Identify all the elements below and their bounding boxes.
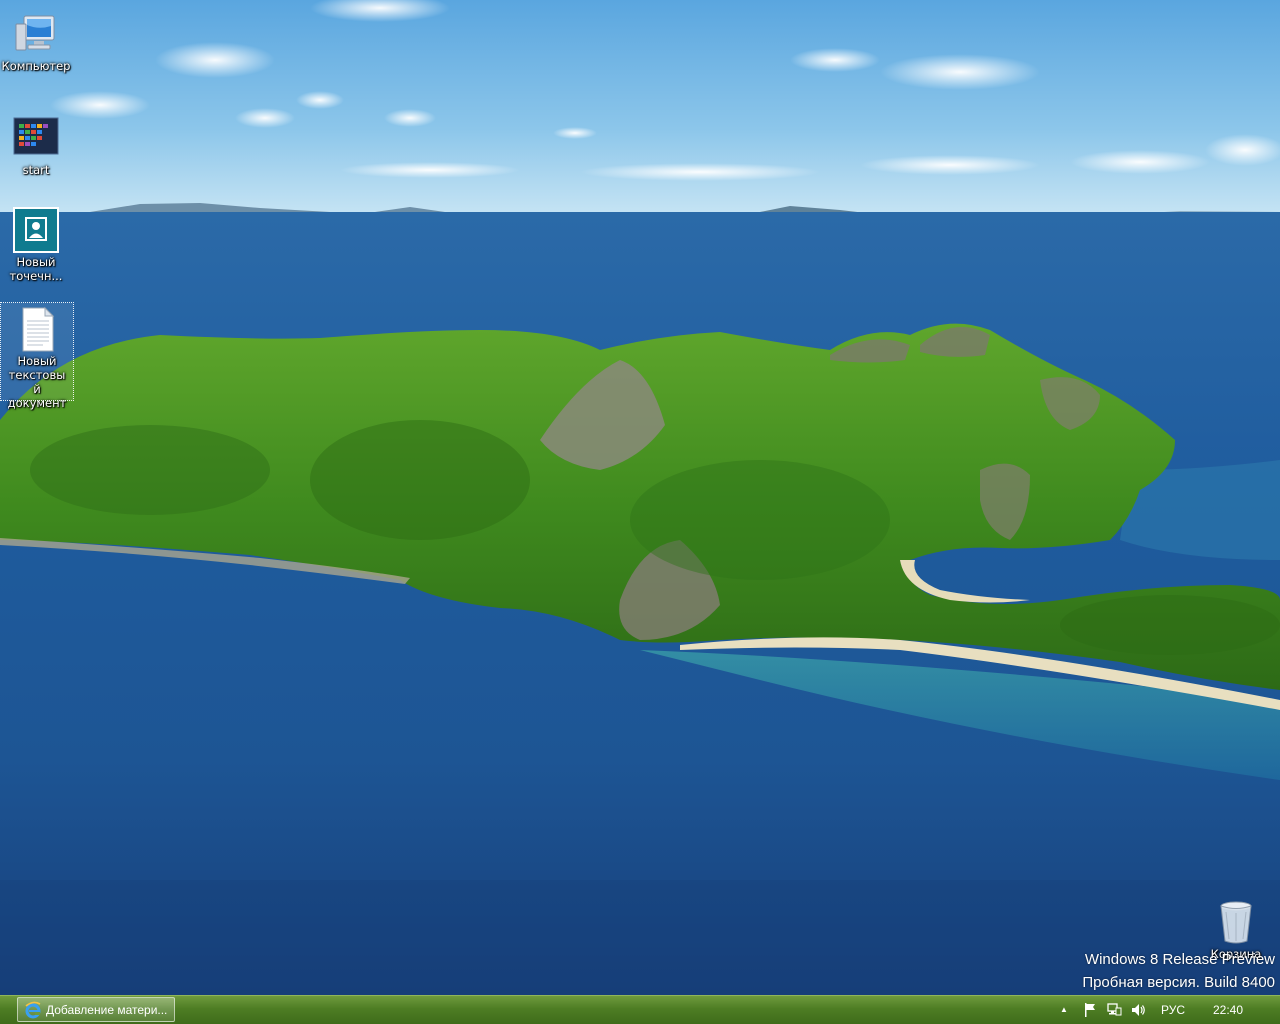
internet-explorer-icon [24, 1001, 42, 1019]
desktop-icon-text-document[interactable]: Новый текстовый документ [0, 302, 74, 410]
volume-icon[interactable] [1130, 1000, 1146, 1020]
text-document-icon [13, 305, 61, 353]
desktop-icon-start[interactable]: start [0, 112, 72, 177]
watermark-line-2: Пробная версия. Build 8400 [1082, 974, 1275, 991]
recycle-bin-icon [1212, 898, 1260, 946]
computer-icon [12, 10, 60, 58]
show-hidden-icons-button[interactable]: ▲ [1060, 1000, 1068, 1020]
bitmap-image-icon [12, 206, 60, 254]
system-clock[interactable]: 22:40 [1213, 1000, 1243, 1020]
start-screen-icon [12, 114, 60, 162]
taskbar-button-internet-explorer[interactable]: Добавление матери... [17, 997, 175, 1022]
action-center-flag-icon[interactable] [1083, 1000, 1097, 1020]
desktop-icon-label: Компьютер [1, 59, 71, 73]
taskbar-button-label: Добавление матери... [46, 1002, 168, 1017]
desktop-icon-label: Новый точечн... [9, 255, 63, 283]
watermark-line-1: Windows 8 Release Preview [1084, 951, 1275, 968]
desktop-icon-computer[interactable]: Компьютер [0, 8, 72, 73]
input-language-indicator[interactable]: РУС [1161, 1000, 1185, 1020]
desktop-icon-bitmap[interactable]: Новый точечн... [0, 204, 72, 283]
build-watermark: Windows 8 Release Preview Пробная версия… [1082, 948, 1275, 994]
desktop-icon-label: start [22, 163, 50, 177]
network-icon[interactable] [1106, 1000, 1122, 1020]
desktop-wallpaper [0, 0, 1280, 995]
desktop-icon-label: Новый текстовый документ [7, 354, 67, 410]
taskbar: Добавление матери... ▲ РУС 22:40 [0, 995, 1280, 1024]
